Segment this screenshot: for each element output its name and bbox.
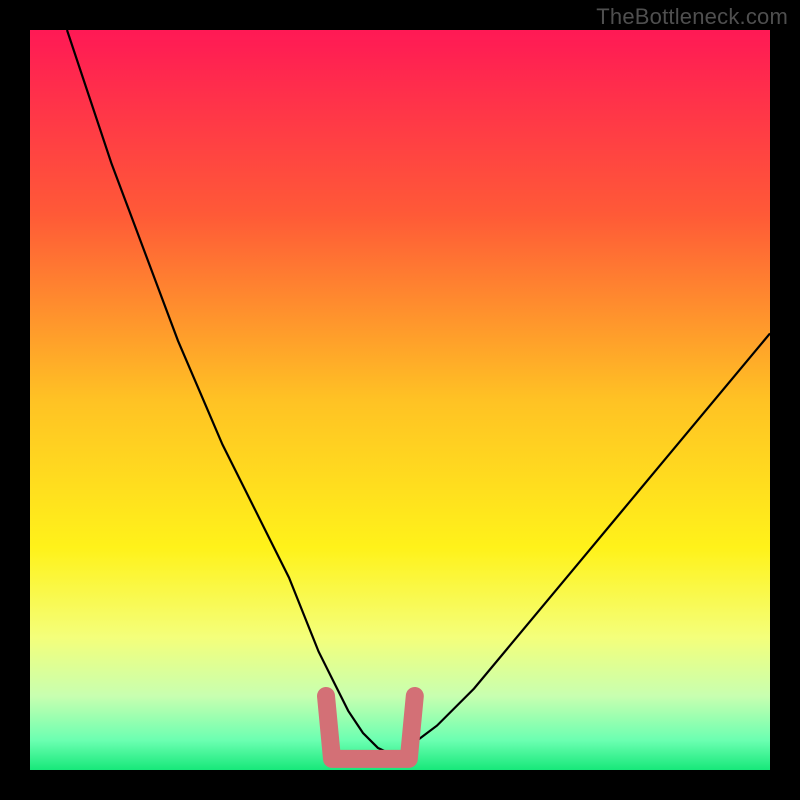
bottleneck-curve bbox=[67, 30, 770, 755]
watermark-text: TheBottleneck.com bbox=[596, 4, 788, 30]
chart-frame: TheBottleneck.com bbox=[0, 0, 800, 800]
chart-overlay bbox=[30, 30, 770, 770]
plot-area bbox=[30, 30, 770, 770]
optimal-zone-marker bbox=[326, 696, 415, 759]
